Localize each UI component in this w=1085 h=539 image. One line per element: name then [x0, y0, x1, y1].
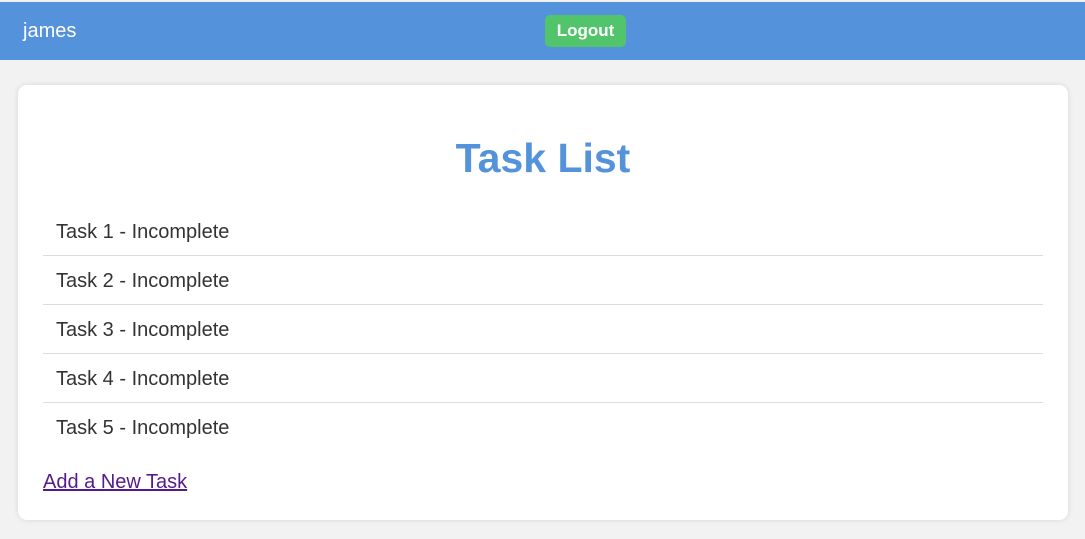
- task-label: Task 1 - Incomplete: [56, 221, 230, 243]
- task-label: Task 5 - Incomplete: [56, 417, 230, 439]
- task-card: Task List Task 1 - Incomplete Task 2 - I…: [18, 85, 1068, 520]
- task-item: Task 1 - Incomplete: [43, 207, 1043, 256]
- task-item: Task 2 - Incomplete: [43, 256, 1043, 305]
- task-list: Task 1 - Incomplete Task 2 - Incomplete …: [43, 207, 1043, 451]
- page-title: Task List: [455, 135, 631, 181]
- task-item: Task 5 - Incomplete: [43, 403, 1043, 451]
- task-item: Task 4 - Incomplete: [43, 354, 1043, 403]
- task-label: Task 4 - Incomplete: [56, 368, 230, 390]
- top-bar: james Logout: [0, 2, 1085, 60]
- task-item: Task 3 - Incomplete: [43, 305, 1043, 354]
- task-label: Task 2 - Incomplete: [56, 270, 230, 292]
- username-label: james: [23, 20, 77, 42]
- logout-button[interactable]: Logout: [545, 15, 626, 47]
- task-label: Task 3 - Incomplete: [56, 319, 230, 341]
- add-new-task-link[interactable]: Add a New Task: [43, 470, 187, 494]
